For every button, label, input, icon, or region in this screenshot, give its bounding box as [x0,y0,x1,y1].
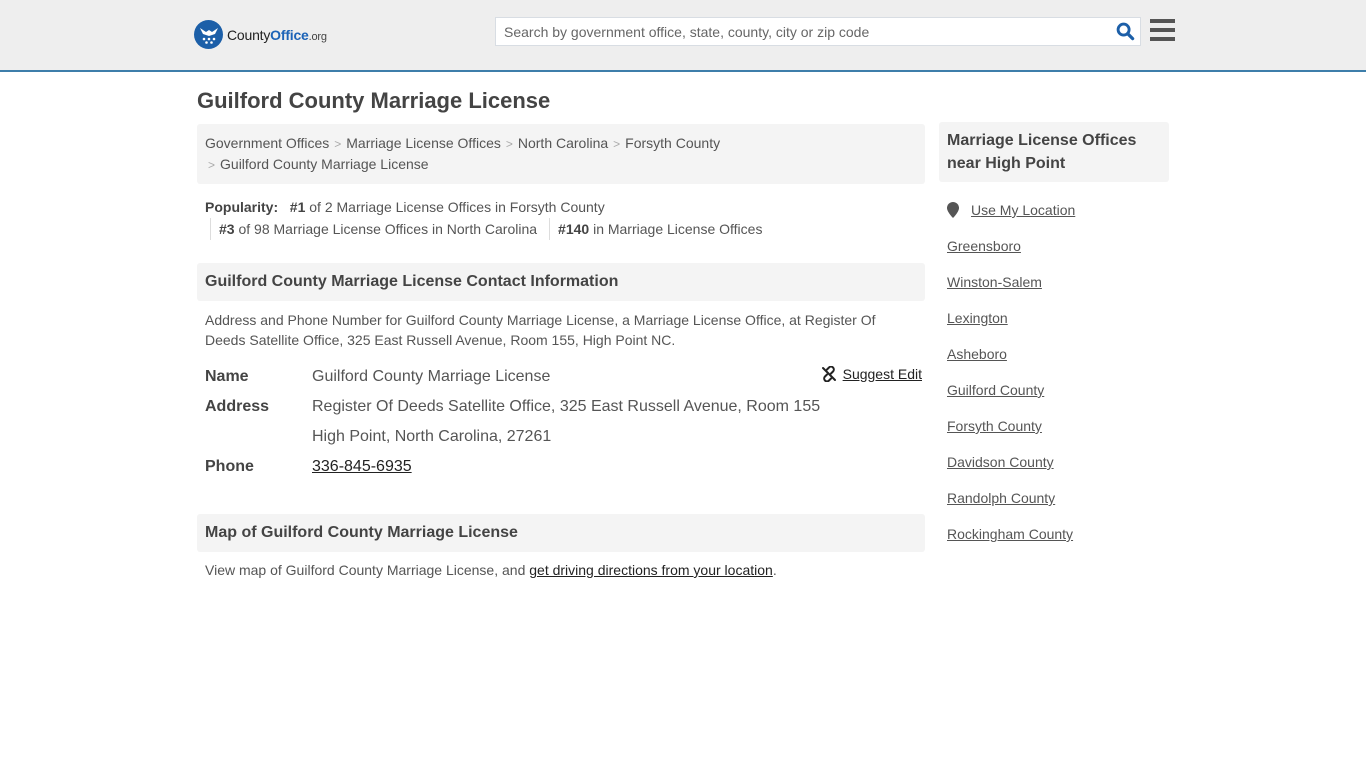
menu-bar [1150,37,1175,41]
breadcrumb-forsyth-county[interactable]: Forsyth County [625,135,720,151]
list-item: Rockingham County [947,516,1161,552]
popularity-item: #3 of 98 Marriage License Offices in Nor… [210,218,549,240]
breadcrumb-north-carolina[interactable]: North Carolina [518,135,608,151]
breadcrumb-government-offices[interactable]: Government Offices [205,135,329,151]
page-title: Guilford County Marriage License [197,88,551,113]
popularity-text: of 98 Marriage License Offices in North … [234,221,538,237]
popularity-rank: #3 [219,221,235,237]
nearby-link-rockingham-county[interactable]: Rockingham County [947,526,1073,542]
list-item: Lexington [947,300,1161,336]
driving-directions-link[interactable]: get driving directions from your locatio… [529,562,773,578]
name-row: Name Guilford County Marriage License [205,362,917,392]
list-item: Asheboro [947,336,1161,372]
search-icon [1116,22,1134,41]
suggest-edit[interactable]: Suggest Edit [821,366,922,382]
popularity: Popularity: #1 of 2 Marriage License Off… [197,184,925,240]
breadcrumb-current: Guilford County Marriage License [220,156,429,172]
map-text-end: . [772,562,777,578]
breadcrumb-separator: > [505,137,513,151]
site-header: CountyOffice.org [0,0,1366,72]
name-value: Guilford County Marriage License [312,368,551,385]
list-item: Greensboro [947,228,1161,264]
popularity-text: in Marriage License Offices [589,221,763,237]
popularity-rank: #140 [558,221,590,237]
list-item: Randolph County [947,480,1161,516]
map-description: View map of Guilford County Marriage Lic… [197,552,925,578]
popularity-item: #140 in Marriage License Offices [549,218,774,240]
search-bar [495,17,1141,46]
nearby-link-greensboro[interactable]: Greensboro [947,238,1021,254]
nearby-link-lexington[interactable]: Lexington [947,310,1008,326]
list-item: Guilford County [947,372,1161,408]
contact-info: Suggest Edit Name Guilford County Marria… [197,350,925,482]
nearby-link-asheboro[interactable]: Asheboro [947,346,1007,362]
menu-bar [1150,28,1175,32]
nearby-link-guilford-county[interactable]: Guilford County [947,382,1044,398]
popularity-rank: #1 [289,199,306,215]
breadcrumb-marriage-license-offices[interactable]: Marriage License Offices [346,135,501,151]
address-row-2: High Point, North Carolina, 27261 [205,422,917,452]
phone-row: Phone 336-845-6935 [205,452,917,482]
phone-label: Phone [205,458,254,475]
map-marker-icon [947,202,959,218]
empty-label [205,422,312,452]
main-content: Government Offices > Marriage License Offi… [197,124,925,578]
search-button[interactable] [1110,18,1140,45]
popularity-text: of 2 Marriage License Offices in Forsyth… [305,199,605,215]
broken-link-icon [821,366,836,382]
popularity-row-1: Popularity: #1 of 2 Marriage License Off… [205,196,917,218]
popularity-row-2: #3 of 98 Marriage License Offices in Nor… [210,218,917,240]
name-label: Name [205,368,249,385]
breadcrumb-separator: > [613,137,621,151]
address-label: Address [205,398,270,415]
logo-text-tld: .org [308,30,327,43]
sidebar-heading: Marriage License Offices near High Point [939,122,1169,182]
eagle-stars-icon [194,20,223,49]
address-line-2: High Point, North Carolina, 27261 [312,428,552,445]
logo-text-county: County [227,26,271,43]
nearby-link-randolph-county[interactable]: Randolph County [947,490,1055,506]
nearby-link-davidson-county[interactable]: Davidson County [947,454,1054,470]
contact-heading: Guilford County Marriage License Contact… [197,263,925,301]
site-logo[interactable]: CountyOffice.org [194,20,327,49]
phone-link[interactable]: 336-845-6935 [312,458,412,475]
list-item: Winston-Salem [947,264,1161,300]
nearby-link-forsyth-county[interactable]: Forsyth County [947,418,1042,434]
breadcrumb-separator: > [334,137,342,151]
nearby-offices-list: Use My Location Greensboro Winston-Salem… [939,182,1169,552]
breadcrumb: Government Offices > Marriage License Offi… [197,124,925,184]
list-item: Forsyth County [947,408,1161,444]
breadcrumb-separator: > [208,158,216,172]
contact-description: Address and Phone Number for Guilford Co… [205,312,876,348]
address-row: Address Register Of Deeds Satellite Offi… [205,392,917,422]
address-line-1: Register Of Deeds Satellite Office, 325 … [312,398,821,415]
logo-text-office: Office [270,26,309,43]
logo-text: CountyOffice.org [227,27,327,43]
use-my-location-link[interactable]: Use My Location [971,192,1075,228]
use-location-item: Use My Location [947,192,1161,228]
nearby-link-winston-salem[interactable]: Winston-Salem [947,274,1042,290]
sidebar: Marriage License Offices near High Point… [939,122,1169,552]
hamburger-menu-icon[interactable] [1150,19,1175,41]
suggest-edit-link[interactable]: Suggest Edit [843,366,922,382]
list-item: Davidson County [947,444,1161,480]
map-heading: Map of Guilford County Marriage License [197,514,925,552]
popularity-label: Popularity: [205,199,279,215]
menu-bar [1150,19,1175,23]
map-text: View map of Guilford County Marriage Lic… [205,562,530,578]
search-input[interactable] [496,18,1110,45]
